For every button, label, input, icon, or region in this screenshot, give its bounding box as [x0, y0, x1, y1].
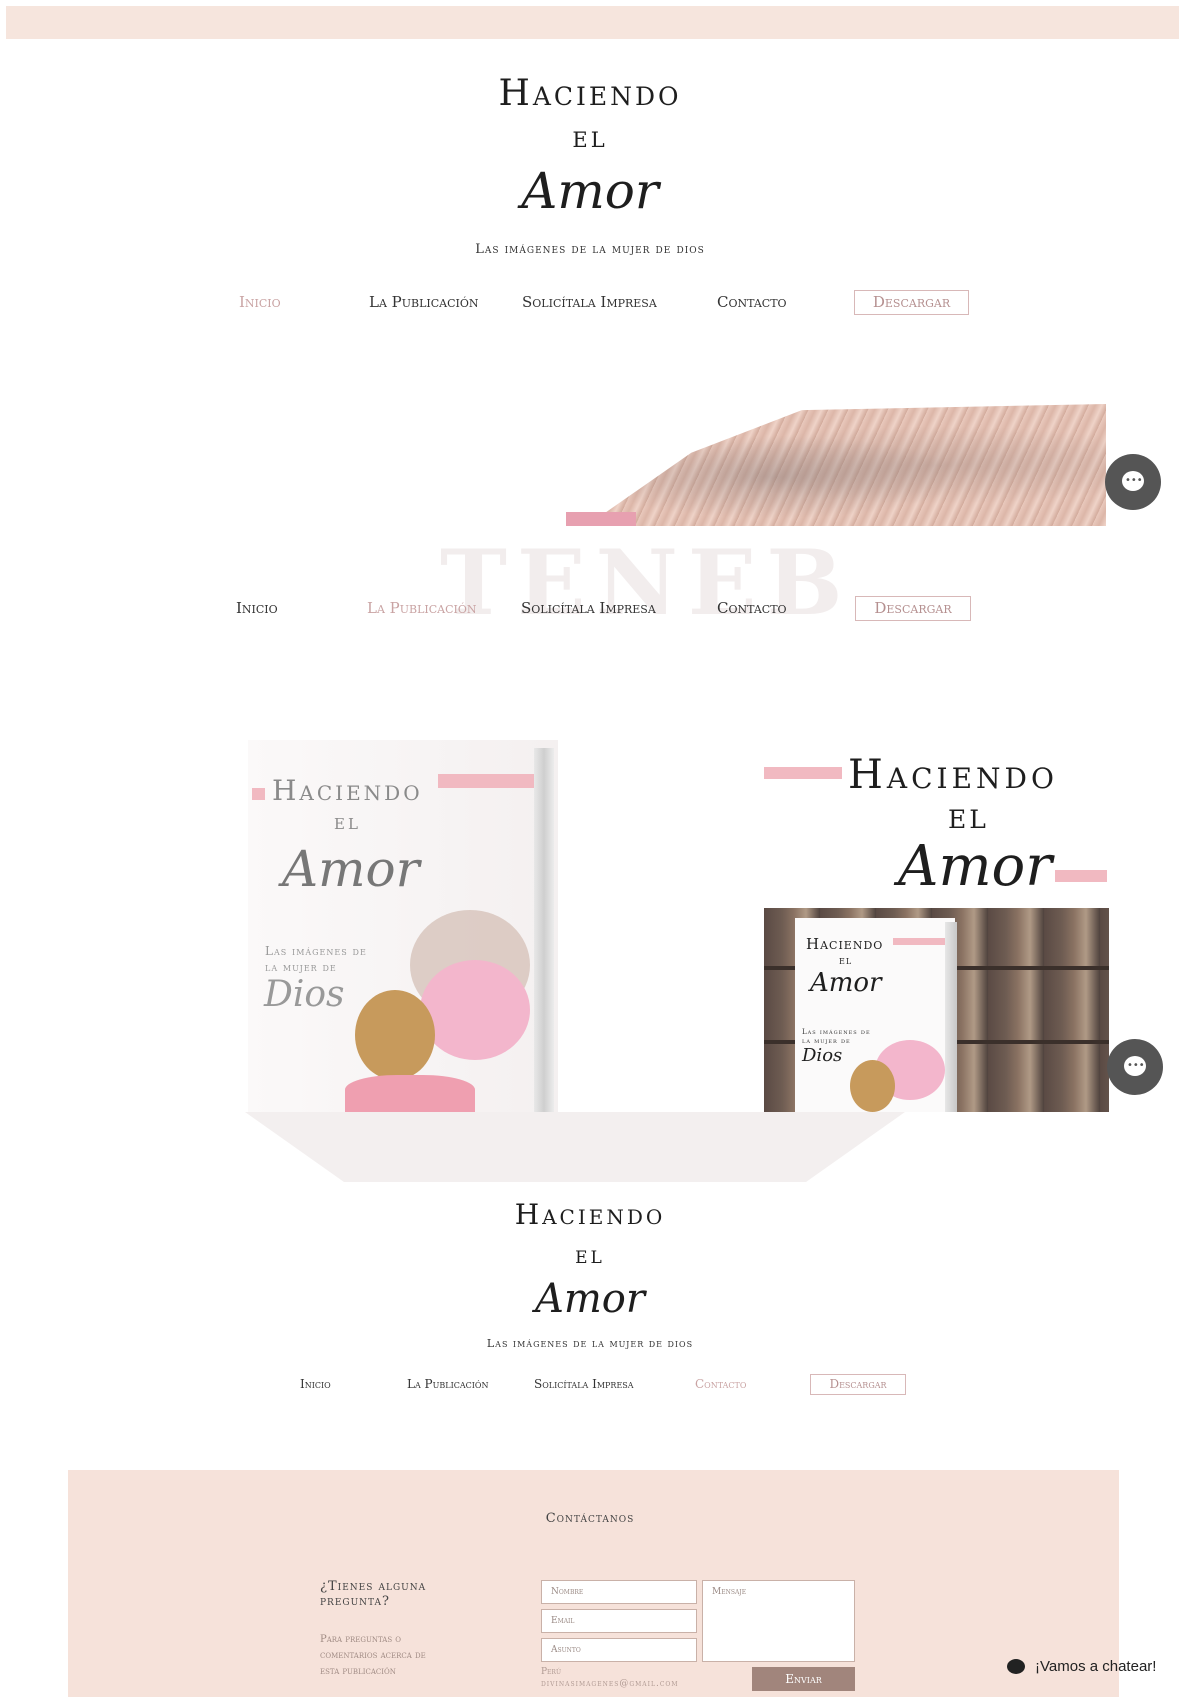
book-mockup-pink-bar [893, 938, 945, 945]
nav-contacto[interactable]: Contacto [717, 599, 787, 617]
question-line1: ¿Tienes alguna [320, 1579, 427, 1594]
promo-title-line2: el [948, 796, 989, 837]
question-line2: pregunta? [320, 1594, 391, 1609]
chat-widget-button[interactable]: ¡Vamos a chatear! [997, 1649, 1167, 1685]
email-field[interactable]: Email [541, 1609, 697, 1633]
mockup-hand-illustration [850, 1060, 895, 1112]
chat-button[interactable]: ••• [1105, 454, 1161, 510]
site-title-line1: Haciendo [498, 73, 682, 114]
message-field[interactable]: Mensaje [702, 1580, 855, 1662]
chat-widget-label: ¡Vamos a chatear! [1035, 1658, 1157, 1675]
hero-pink-accent [566, 512, 636, 526]
cover-script-dios: Dios [264, 974, 345, 1015]
publication-nav: Inicio La Publicación Solicítala Impresa… [0, 596, 1180, 626]
nav-la-publicacion[interactable]: La Publicación [367, 599, 477, 617]
nav-inicio[interactable]: Inicio [236, 599, 278, 617]
cover-subtitle-line1: Las imágenes de [265, 944, 367, 958]
nav-inicio[interactable]: Inicio [300, 1377, 331, 1391]
nav-solicitala-impresa[interactable]: Solicítala Impresa [534, 1377, 634, 1391]
mockup-subtitle-line2: la mujer de [802, 1037, 851, 1045]
info-line2: comentarios acerca de [320, 1650, 426, 1661]
footer-title: Haciendo el Amor [440, 1195, 740, 1323]
footer-subtitle: Las imágenes de la mujer de dios [486, 1337, 694, 1350]
pink-accent-bar [764, 767, 842, 779]
cover-flower-illustration [420, 960, 530, 1060]
download-button[interactable]: Descargar [855, 596, 971, 621]
mockup-title-line2: el [839, 953, 853, 967]
site-subtitle: Las imágenes de la mujer de dios [475, 242, 705, 257]
site-title: Haciendo el Amor [440, 72, 740, 222]
site-title-line2: el [572, 120, 608, 155]
cover-title-line2: el [334, 810, 361, 835]
cover-pink-bar [438, 774, 534, 788]
cover-hand-illustration [355, 990, 435, 1080]
cover-subtitle-line2: la mujer de [265, 960, 337, 974]
mockup-subtitle-line1: Las imágenes de [802, 1028, 871, 1036]
watermark-emblem [245, 1112, 905, 1182]
nav-inicio[interactable]: Inicio [239, 293, 281, 311]
mockup-title-script: Amor [810, 968, 882, 998]
info-line3: esta publicación [320, 1666, 396, 1677]
cover-pink-cloth [345, 1075, 475, 1112]
nav-contacto[interactable]: Contacto [717, 293, 787, 311]
chat-icon [1007, 1659, 1025, 1674]
site-title-script: Amor [521, 162, 659, 220]
footer-title-line1: Haciendo [514, 1198, 666, 1231]
chat-dots-icon: ••• [1125, 475, 1143, 486]
top-banner-strip [6, 6, 1179, 39]
contact-nav: Inicio La Publicación Solicítala Impresa… [0, 1374, 1180, 1400]
chat-button[interactable]: ••• [1107, 1039, 1163, 1095]
cover-pink-mark [252, 788, 265, 800]
mockup-title-line1: Haciendo [806, 935, 884, 953]
country-label: Perú [541, 1667, 562, 1677]
download-button[interactable]: Descargar [854, 290, 969, 315]
download-button[interactable]: Descargar [810, 1374, 906, 1395]
promo-title-script: Amor [898, 834, 1053, 899]
mockup-script-dios: Dios [802, 1045, 843, 1066]
info-line1: Para preguntas o [320, 1634, 402, 1645]
nav-solicitala-impresa[interactable]: Solicítala Impresa [522, 293, 657, 311]
nav-la-publicacion[interactable]: La Publicación [407, 1377, 488, 1391]
promo-title-line1: Haciendo [848, 752, 1058, 798]
pink-accent-bar [1055, 870, 1107, 882]
footer-title-line2: el [575, 1241, 605, 1269]
contact-heading: Contáctanos [545, 1511, 635, 1526]
subject-field[interactable]: Asunto [541, 1638, 697, 1662]
cover-title-script: Amor [282, 840, 420, 898]
contact-email: divinasimagenes@gmail.com [541, 1679, 679, 1689]
hero-illustration [586, 404, 1106, 526]
nav-la-publicacion[interactable]: La Publicación [369, 293, 479, 311]
name-field[interactable]: Nombre [541, 1580, 697, 1604]
book-mockup-spine [945, 922, 957, 1112]
send-button[interactable]: Enviar [752, 1667, 855, 1691]
nav-contacto[interactable]: Contacto [695, 1377, 746, 1391]
main-nav: Inicio La Publicación Solicítala Impresa… [0, 290, 1180, 320]
chat-dots-icon: ••• [1127, 1060, 1145, 1071]
book-spine [534, 748, 554, 1112]
nav-solicitala-impresa[interactable]: Solicítala Impresa [521, 599, 656, 617]
cover-title-line1: Haciendo [272, 774, 423, 807]
footer-title-script: Amor [534, 1276, 646, 1322]
